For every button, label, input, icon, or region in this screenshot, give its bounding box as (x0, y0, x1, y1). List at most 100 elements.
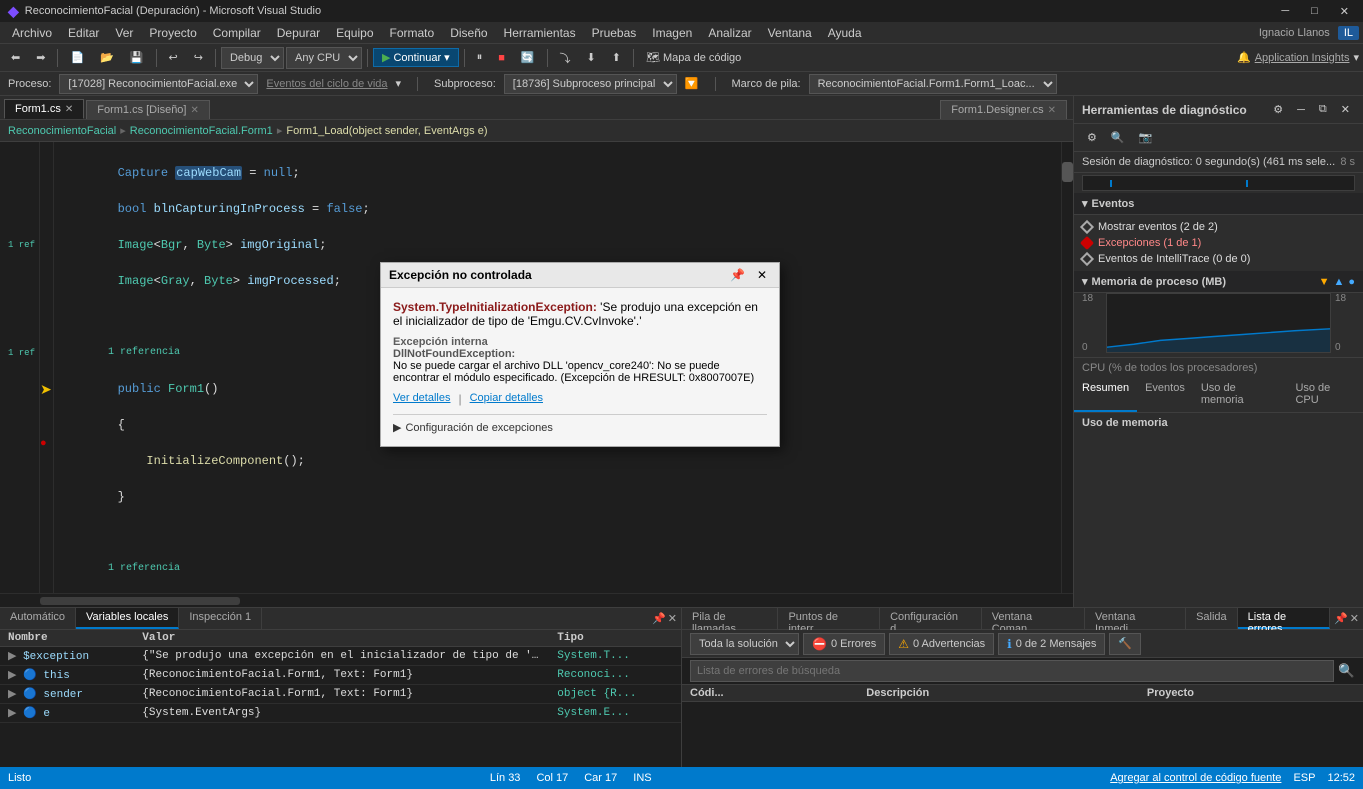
diag-tool-3[interactable]: 📷 (1134, 128, 1158, 147)
app-insights-dropdown[interactable]: ▾ (1353, 51, 1359, 64)
breadcrumb-class[interactable]: ReconocimientoFacial.Form1 (130, 125, 273, 137)
tab-form1-designer[interactable]: Form1.cs [Diseño] ✕ (86, 100, 210, 119)
btab-config[interactable]: Configuración d... (880, 608, 982, 629)
variables-table-container[interactable]: Nombre Valor Tipo ▶ $exception {"Se prod… (0, 630, 681, 767)
menu-imagen[interactable]: Imagen (644, 24, 700, 42)
open-button[interactable]: 📂 (93, 48, 121, 67)
restart-button[interactable]: 🔄 (514, 48, 542, 67)
hscroll-thumb[interactable] (40, 597, 240, 605)
btab-inspeccion[interactable]: Inspección 1 (179, 608, 262, 629)
back-button[interactable]: ⬅ (4, 48, 27, 67)
diag-tool-2[interactable]: 🔍 (1106, 128, 1130, 147)
menu-analizar[interactable]: Analizar (700, 24, 759, 42)
error-search-btn[interactable]: 🔍 (1338, 663, 1355, 679)
status-source-control[interactable]: Agregar al control de código fuente (1110, 772, 1281, 784)
event-row-1[interactable]: Mostrar eventos (2 de 2) (1082, 219, 1355, 235)
btab-automatico[interactable]: Automático (0, 608, 76, 629)
dialog-copy-link[interactable]: Copiar detalles (470, 392, 543, 406)
diag-tab-eventos[interactable]: Eventos (1137, 378, 1193, 412)
events-section-header[interactable]: ▾ Eventos (1074, 193, 1363, 215)
panel-close-right[interactable]: ✕ (1350, 610, 1359, 627)
tab-form1-cs[interactable]: Form1.cs ✕ (4, 99, 84, 119)
code-hscrollbar[interactable] (0, 593, 1073, 607)
menu-herramientas[interactable]: Herramientas (496, 24, 584, 42)
lifecycle-dropdown[interactable]: ▾ (396, 77, 402, 90)
menu-pruebas[interactable]: Pruebas (584, 24, 645, 42)
memory-header[interactable]: ▾ Memoria de proceso (MB) ▼ ▲ ● (1074, 271, 1363, 293)
stop-button[interactable]: ■ (491, 49, 512, 67)
menu-ver[interactable]: Ver (107, 24, 141, 42)
code-editor[interactable]: 1 ref 1 ref (0, 142, 1073, 593)
menu-compilar[interactable]: Compilar (205, 24, 269, 42)
btab-command[interactable]: Ventana Coman... (982, 608, 1085, 629)
step-out[interactable]: ⬆ (605, 48, 628, 67)
menu-equipo[interactable]: Equipo (328, 24, 381, 42)
btab-errors[interactable]: Lista de errores (1238, 608, 1330, 629)
diag-settings-btn[interactable]: ⚙ (1268, 100, 1288, 119)
warnings-btn[interactable]: ⚠ 0 Advertencias (889, 633, 994, 655)
stack-dropdown[interactable]: ReconocimientoFacial.Form1.Form1_Loac... (809, 74, 1057, 94)
undo-button[interactable]: ↩ (162, 48, 185, 67)
redo-button[interactable]: ↪ (187, 48, 210, 67)
diag-close-btn[interactable]: ✕ (1336, 100, 1355, 119)
diag-tab-memory[interactable]: Uso de memoria (1193, 378, 1288, 412)
restore-button[interactable]: □ (1305, 3, 1324, 20)
panel-pin-left[interactable]: 📌 (652, 610, 666, 627)
event-row-2[interactable]: Excepciones (1 de 1) (1082, 235, 1355, 251)
panel-close-left[interactable]: ✕ (668, 610, 677, 627)
thread-filter-icon[interactable]: 🔽 (685, 77, 699, 90)
breadcrumb-method[interactable]: Form1_Load(object sender, EventArgs e) (286, 125, 487, 137)
error-table-container[interactable]: Códi... Descripción Proyecto (682, 685, 1363, 767)
menu-archivo[interactable]: Archivo (4, 24, 60, 42)
error-search-input[interactable] (690, 660, 1334, 682)
errors-btn[interactable]: ⛔ 0 Errores (803, 633, 885, 655)
forward-button[interactable]: ➡ (29, 48, 52, 67)
save-button[interactable]: 💾 (123, 48, 151, 67)
btab-immediate[interactable]: Ventana Inmedi... (1085, 608, 1186, 629)
build-only-btn[interactable]: 🔨 (1109, 633, 1141, 655)
tab-designer-cs-close[interactable]: ✕ (1048, 105, 1056, 116)
pause-button[interactable]: ⏸ (470, 48, 490, 67)
breadcrumb-namespace[interactable]: ReconocimientoFacial (8, 125, 116, 137)
diag-tab-resumen[interactable]: Resumen (1074, 378, 1137, 412)
code-map-button[interactable]: 🗺 Mapa de código (639, 48, 748, 67)
menu-ayuda[interactable]: Ayuda (820, 24, 870, 42)
tab-form1-designer-close[interactable]: ✕ (190, 105, 198, 116)
btab-breakpoints[interactable]: Puntos de interr... (778, 608, 880, 629)
diag-tool-1[interactable]: ⚙ (1082, 128, 1102, 147)
lifecycle-label[interactable]: Eventos del ciclo de vida (266, 78, 387, 90)
diag-collapse-btn[interactable]: ─ (1292, 100, 1310, 119)
scope-dropdown[interactable]: Toda la solución (690, 633, 799, 655)
event-row-3[interactable]: Eventos de IntelliTrace (0 de 0) (1082, 251, 1355, 267)
menu-ventana[interactable]: Ventana (760, 24, 820, 42)
tab-form1-cs-close[interactable]: ✕ (65, 104, 73, 115)
code-scrollbar-right[interactable] (1061, 142, 1073, 593)
process-dropdown[interactable]: [17028] ReconocimientoFacial.exe (59, 74, 258, 94)
debug-config-dropdown[interactable]: Debug (221, 47, 284, 69)
messages-btn[interactable]: ℹ 0 de 2 Mensajes (998, 633, 1105, 655)
menu-editar[interactable]: Editar (60, 24, 107, 42)
panel-pin-right[interactable]: 📌 (1334, 610, 1348, 627)
close-button[interactable]: ✕ (1334, 3, 1355, 20)
menu-diseno[interactable]: Diseño (442, 24, 495, 42)
dialog-pin-button[interactable]: 📌 (726, 267, 749, 283)
btab-variables[interactable]: Variables locales (76, 608, 179, 629)
step-over[interactable]: ⤵ (553, 47, 578, 69)
new-button[interactable]: 📄 (63, 48, 91, 67)
diag-detach-btn[interactable]: ⧉ (1314, 100, 1332, 119)
dialog-close-button[interactable]: ✕ (753, 267, 771, 283)
app-insights-label[interactable]: Application Insights (1255, 52, 1350, 64)
menu-proyecto[interactable]: Proyecto (141, 24, 204, 42)
minimize-button[interactable]: ─ (1275, 3, 1295, 20)
btab-output[interactable]: Salida (1186, 608, 1238, 629)
dialog-config-button[interactable]: ▶ Configuración de excepciones (393, 421, 553, 434)
continue-button[interactable]: ▶ Continuar ▾ (373, 48, 459, 67)
step-into[interactable]: ⬇ (580, 48, 603, 67)
dialog-details-link[interactable]: Ver detalles (393, 392, 450, 406)
menu-depurar[interactable]: Depurar (269, 24, 328, 42)
scroll-thumb[interactable] (1062, 162, 1073, 182)
btab-call-stack[interactable]: Pila de llamadas (682, 608, 778, 629)
tab-form1-designer-cs[interactable]: Form1.Designer.cs ✕ (940, 100, 1067, 119)
diag-tab-cpu[interactable]: Uso de CPU (1287, 378, 1363, 412)
thread-dropdown[interactable]: [18736] Subproceso principal (504, 74, 677, 94)
